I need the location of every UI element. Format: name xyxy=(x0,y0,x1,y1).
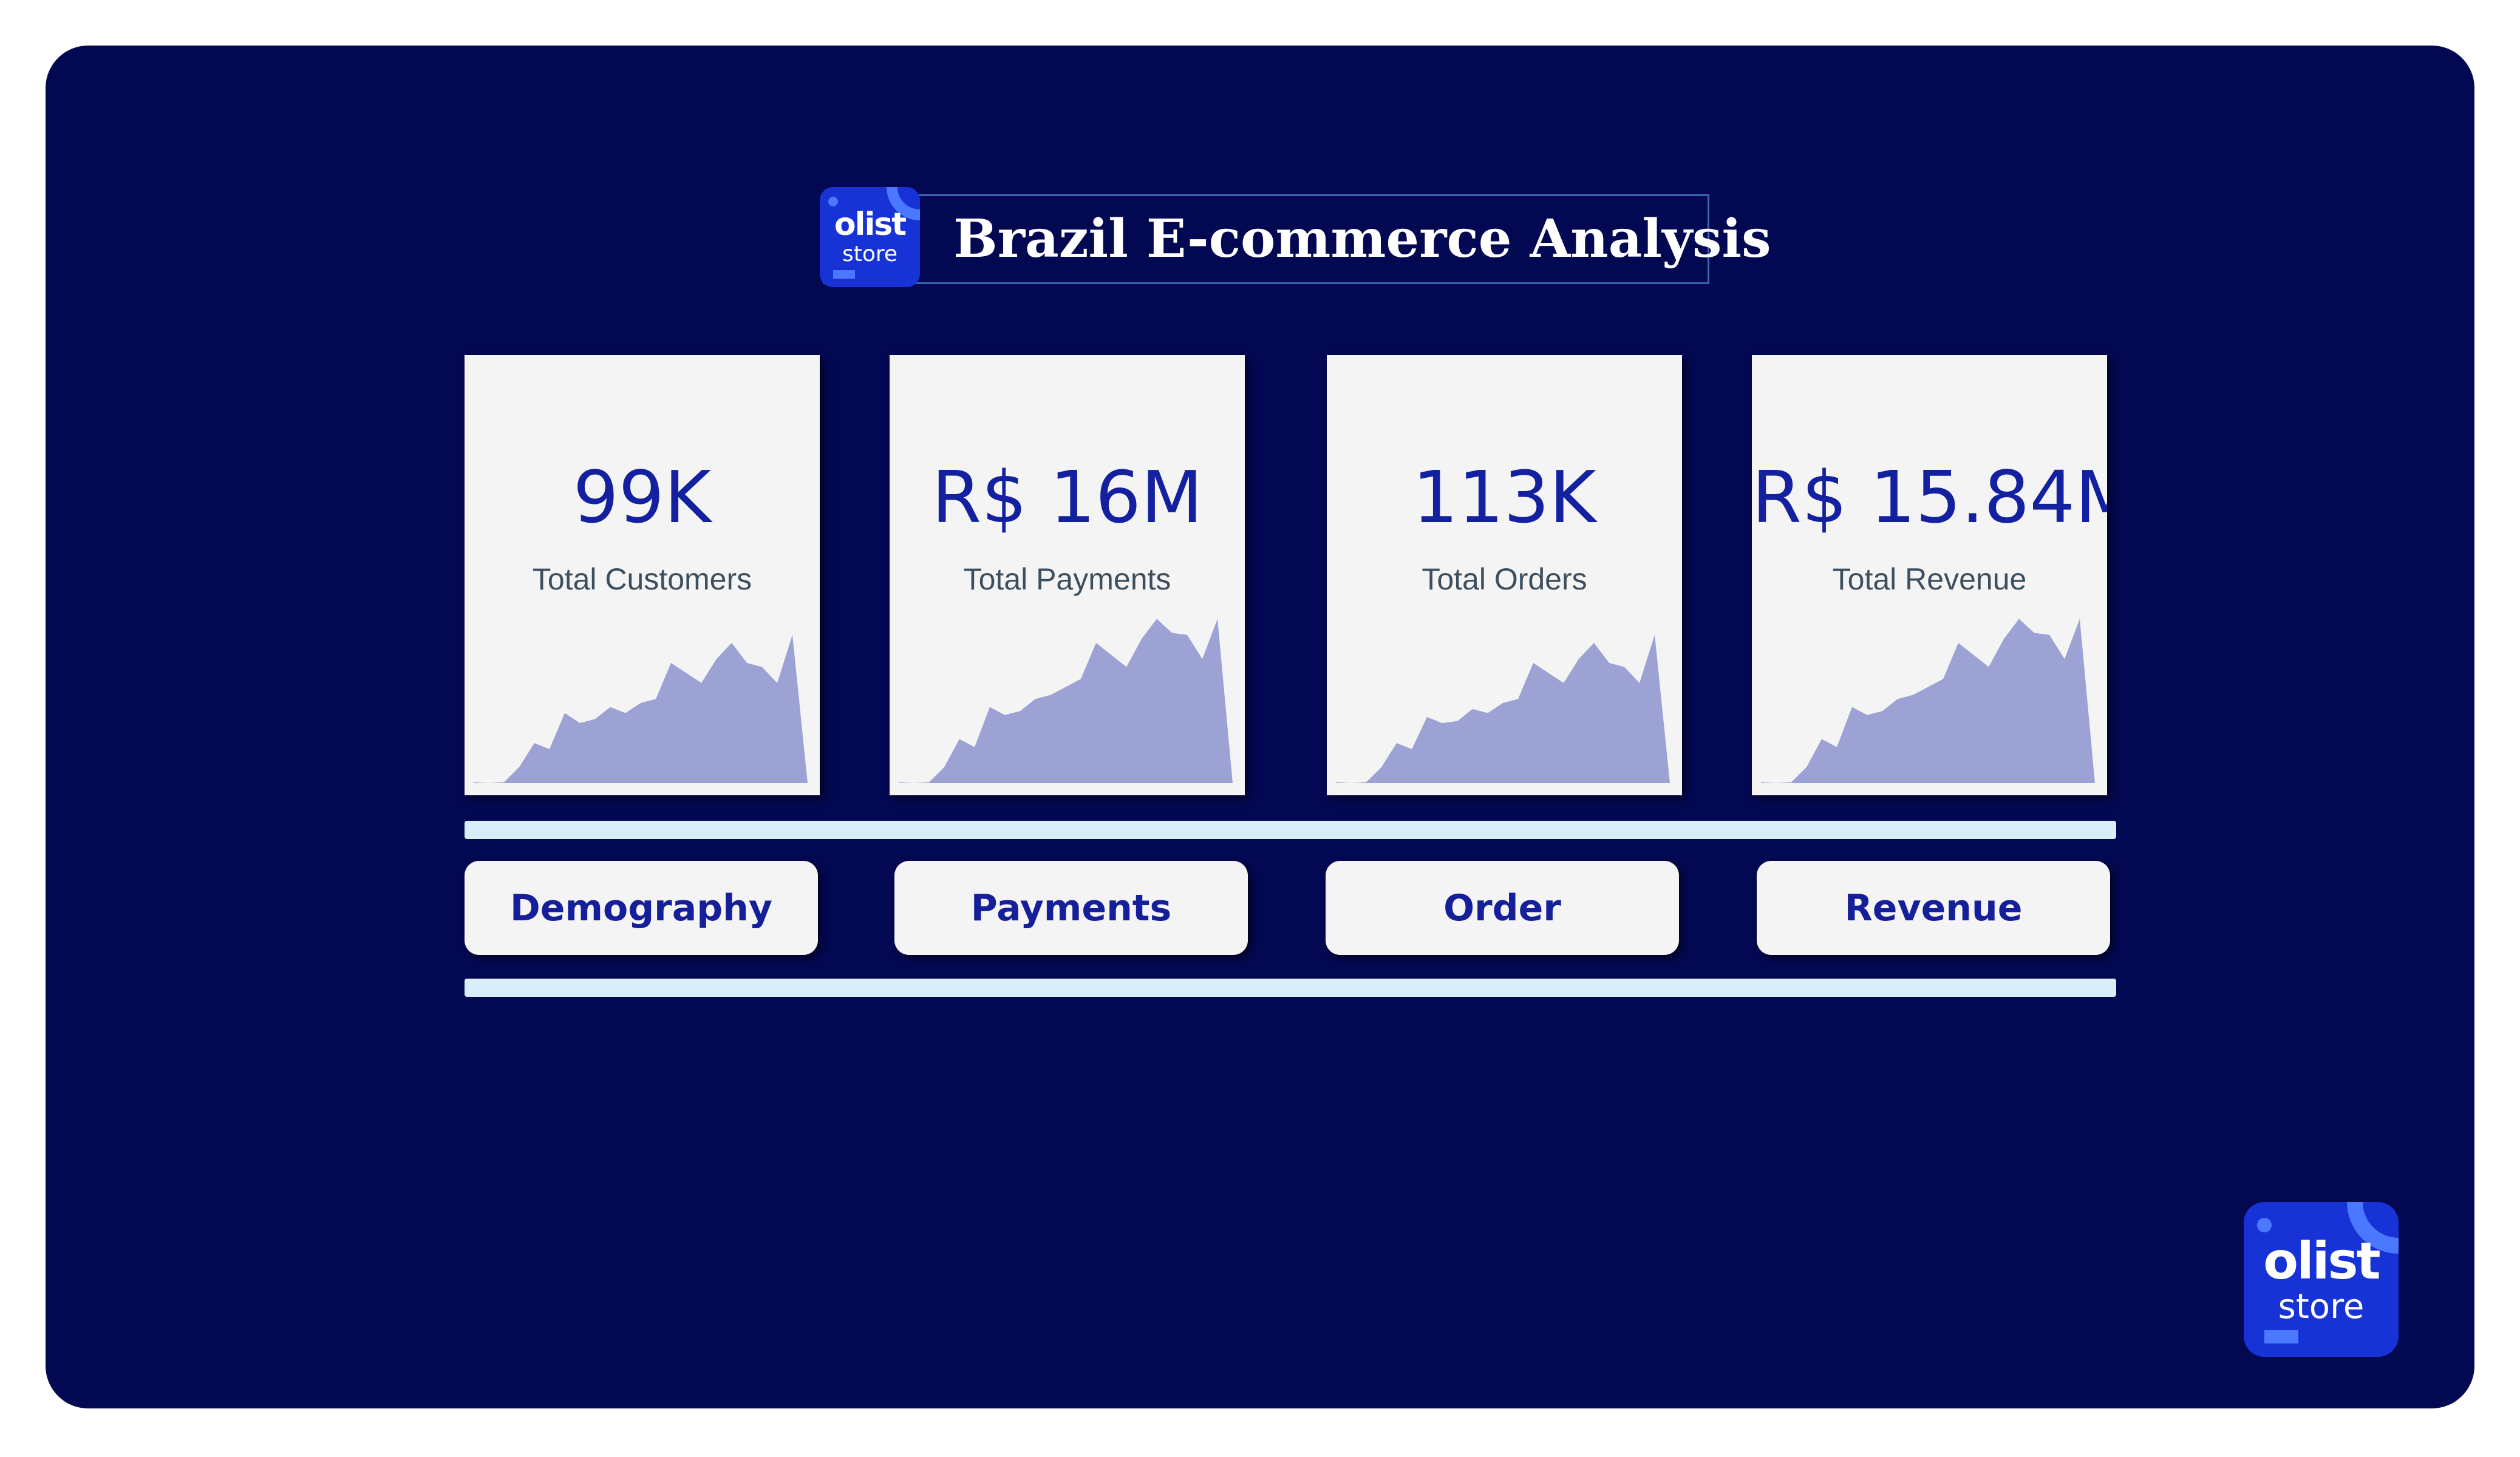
payments-button[interactable]: Payments xyxy=(894,861,1248,955)
kpi-value: R$ 16M xyxy=(931,455,1203,539)
logo-dot xyxy=(828,197,838,206)
sparkline-chart xyxy=(899,619,1233,783)
logo-bar xyxy=(833,270,855,279)
sparkline-chart xyxy=(1761,619,2095,783)
page: Brazil E-commerce Analysis olist store 9… xyxy=(0,0,2520,1457)
logo-word-olist: olist xyxy=(834,206,907,243)
sparkline-area xyxy=(1761,619,2095,783)
sparkline-chart xyxy=(1336,634,1670,783)
kpi-card-payments: R$ 16M Total Payments xyxy=(890,355,1245,795)
kpi-card-revenue: R$ 15.84M Total Revenue xyxy=(1752,355,2107,795)
divider-top xyxy=(465,821,2116,839)
page-title: Brazil E-commerce Analysis xyxy=(953,208,1771,270)
logo-word-store: store xyxy=(842,242,898,267)
kpi-value: 113K xyxy=(1412,455,1596,539)
revenue-button[interactable]: Revenue xyxy=(1757,861,2110,955)
logo-bar xyxy=(2264,1330,2298,1343)
order-button[interactable]: Order xyxy=(1326,861,1679,955)
kpi-value: R$ 15.84M xyxy=(1752,455,2107,539)
logo-word-olist: olist xyxy=(2263,1231,2380,1291)
sparkline-area xyxy=(899,619,1233,783)
logo-dot xyxy=(2257,1218,2272,1232)
divider-bottom xyxy=(465,979,2116,997)
sparkline-chart xyxy=(474,634,808,783)
logo-word-store: store xyxy=(2278,1287,2365,1326)
sparkline-area xyxy=(1336,634,1670,783)
sparkline-area xyxy=(474,634,808,783)
olist-logo-icon: olist store xyxy=(820,187,920,287)
kpi-card-orders: 113K Total Orders xyxy=(1327,355,1682,795)
olist-logo-large-icon: olist store xyxy=(2244,1202,2399,1357)
kpi-value: 99K xyxy=(573,455,712,539)
kpi-card-customers: 99K Total Customers xyxy=(465,355,820,795)
demography-button[interactable]: Demography xyxy=(465,861,818,955)
